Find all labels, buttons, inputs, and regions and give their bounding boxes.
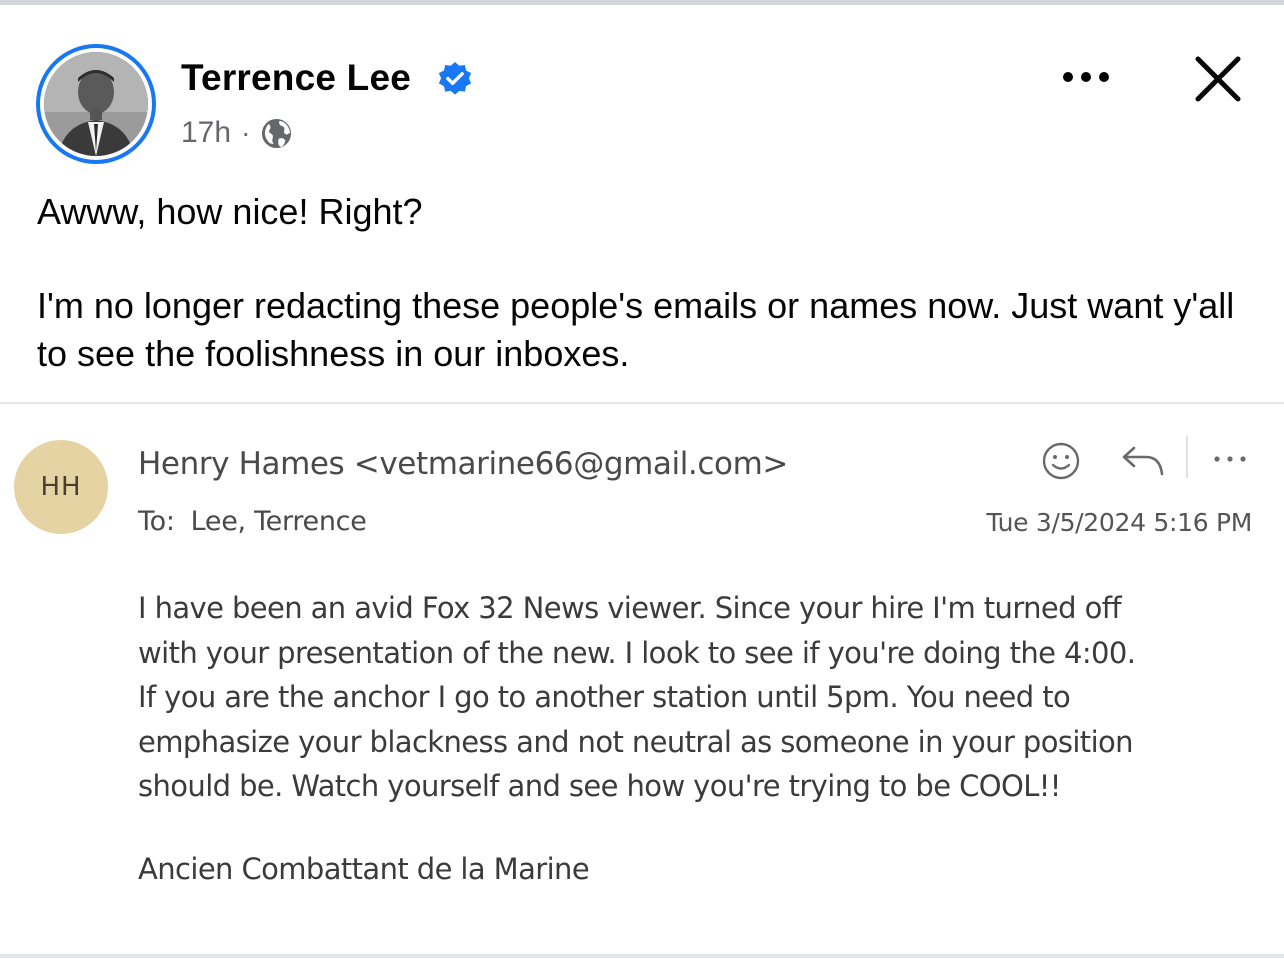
author-avatar-photo [44, 52, 148, 156]
icon-separator [1186, 436, 1188, 478]
email-body-line: If you are the anchor I go to another st… [138, 680, 1071, 714]
smiley-icon [1042, 442, 1080, 480]
post-text: Awww, how nice! Right? I'm no longer red… [37, 188, 1257, 378]
post-text-line1: Awww, how nice! Right? [37, 191, 423, 232]
email-recipient: To: Lee, Terrence [138, 506, 367, 537]
post-text-para2: I'm no longer redacting these people's e… [37, 285, 1235, 374]
close-icon[interactable] [1194, 55, 1242, 103]
email-body-line: I have been an avid Fox 32 News viewer. … [138, 591, 1122, 625]
author-name[interactable]: Terrence Lee [181, 57, 411, 99]
globe-icon [262, 118, 292, 148]
author-avatar[interactable] [36, 44, 156, 164]
email-screenshot: HH Henry Hames <vetmarine66@gmail.com> T… [0, 404, 1284, 958]
email-date: Tue 3/5/2024 5:16 PM [986, 508, 1252, 537]
email-sender: Henry Hames <vetmarine66@gmail.com> [138, 446, 788, 482]
email-body-line: should be. Watch yourself and see how yo… [138, 769, 1061, 803]
sender-avatar: HH [14, 440, 108, 534]
meta-separator: · [241, 117, 251, 148]
post-timestamp[interactable]: 17h [181, 116, 231, 150]
email-body: I have been an avid Fox 32 News viewer. … [138, 586, 1258, 809]
bottom-divider [0, 954, 1284, 958]
post-header: Terrence Lee 17h · [0, 5, 1284, 180]
reply-icon [1122, 446, 1164, 476]
to-value: Lee, Terrence [190, 506, 367, 537]
email-signature: Ancien Combattant de la Marine [138, 852, 590, 886]
email-more-horizontal-icon [1214, 456, 1246, 462]
to-label: To: [138, 506, 175, 537]
post-meta: 17h · [181, 113, 293, 153]
email-body-line: emphasize your blackness and not neutral… [138, 724, 1134, 759]
more-horizontal-icon[interactable] [1060, 67, 1112, 87]
email-body-line: with your presentation of the new. I loo… [138, 635, 1136, 670]
verified-badge-icon [438, 61, 472, 95]
